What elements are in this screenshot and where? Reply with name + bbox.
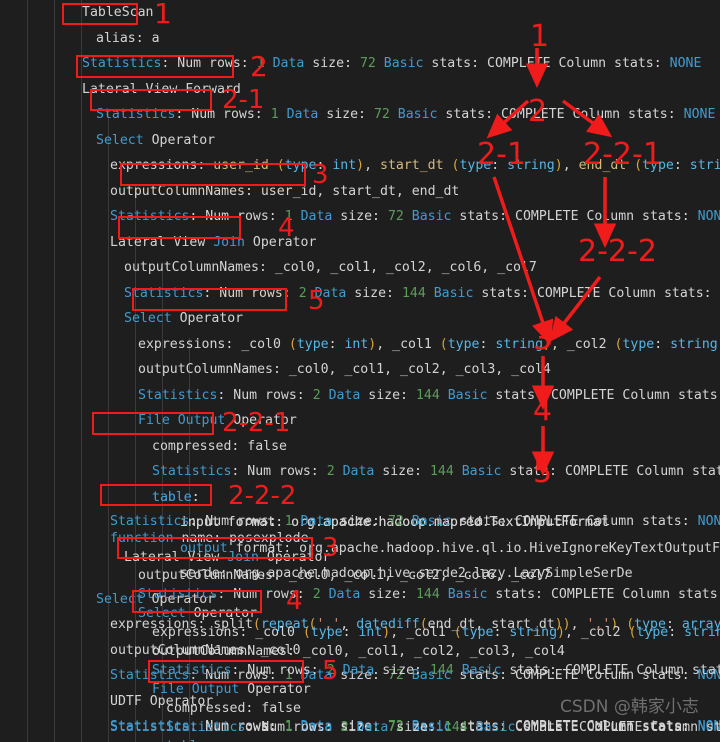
- csdn-watermark: CSDN @韩家小志: [560, 697, 699, 717]
- code-line: table:: [0, 734, 214, 742]
- explain-plan-screenshot: TableScan alias: a Statistics: Num rows:…: [0, 0, 720, 742]
- code-viewport-tail[interactable]: Statistics: Num rows: 1 Data size: 72 Ba…: [0, 0, 720, 742]
